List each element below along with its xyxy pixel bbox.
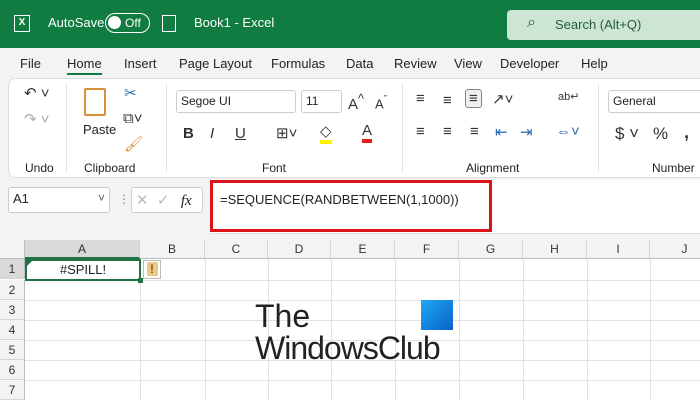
row-header[interactable]: 5 <box>0 340 25 360</box>
cancel-icon[interactable]: ✕ <box>136 192 149 209</box>
enter-icon[interactable]: ✓ <box>157 192 170 209</box>
undo-icon[interactable]: ↶ ˅ <box>24 84 50 102</box>
column-header[interactable]: E <box>331 240 395 259</box>
select-all-button[interactable] <box>0 240 25 259</box>
group-label-clipboard: Clipboard <box>84 161 136 175</box>
tab-review[interactable]: Review <box>394 56 437 71</box>
font-name-select[interactable]: Segoe UI <box>176 90 296 113</box>
highlight-box <box>210 180 492 232</box>
group-label-font: Font <box>262 161 287 175</box>
tab-formulas[interactable]: Formulas <box>271 56 325 71</box>
row-header[interactable]: 3 <box>0 300 25 320</box>
bold-button[interactable]: B <box>183 125 194 142</box>
group-label-undo: Undo <box>25 161 54 175</box>
merge-center-icon[interactable]: ⇔˅ <box>556 123 580 140</box>
align-left-icon[interactable]: ≡ <box>416 123 425 140</box>
decrease-indent-icon[interactable]: ⇤ <box>495 123 508 141</box>
save-icon[interactable] <box>162 15 176 32</box>
number-format-select[interactable]: General <box>608 90 700 113</box>
tab-page-layout[interactable]: Page Layout <box>179 56 252 71</box>
excel-icon: X <box>14 15 30 32</box>
watermark-logo: The WindowsClub <box>253 298 458 366</box>
tab-data[interactable]: Data <box>346 56 373 71</box>
name-box[interactable]: A1 ˅ <box>8 187 110 213</box>
title-bar: X AutoSave Off Book1 - Excel ⌕ Search (A… <box>0 0 700 48</box>
orientation-icon[interactable]: ↗˅ <box>492 90 513 108</box>
row-header[interactable]: 7 <box>0 380 25 400</box>
row-header[interactable]: 4 <box>0 320 25 340</box>
align-right-icon[interactable]: ≡ <box>470 123 479 140</box>
align-top-icon[interactable]: ≡ <box>416 90 425 107</box>
redo-icon[interactable]: ↷ ˅ <box>24 110 50 128</box>
copy-icon[interactable]: ⧉˅ <box>123 110 142 127</box>
underline-button[interactable]: U <box>235 125 246 142</box>
formula-buttons: ✕ ✓ fx <box>131 187 203 213</box>
italic-button[interactable]: I <box>210 125 214 142</box>
column-header[interactable]: I <box>587 240 650 259</box>
font-size-select[interactable]: 11 <box>301 90 342 113</box>
column-header[interactable]: J <box>650 240 700 259</box>
autosave-label: AutoSave <box>48 15 105 30</box>
group-label-number: Number <box>652 161 695 175</box>
column-header[interactable]: F <box>395 240 459 259</box>
row-header[interactable]: 6 <box>0 360 25 380</box>
font-color-icon[interactable]: A <box>362 122 373 143</box>
tab-view[interactable]: View <box>454 56 482 71</box>
cut-icon[interactable]: ✂ <box>124 84 137 102</box>
borders-icon[interactable]: ⊞˅ <box>276 124 297 142</box>
currency-icon[interactable]: $ ˅ <box>615 124 639 144</box>
row-header[interactable]: 2 <box>0 280 25 300</box>
tab-file[interactable]: File <box>20 56 41 71</box>
paste-icon[interactable] <box>84 88 106 116</box>
column-header[interactable]: H <box>523 240 587 259</box>
align-center-icon[interactable]: ≡ <box>443 123 452 140</box>
drag-handle-icon[interactable]: ⋮ <box>118 192 130 206</box>
column-header[interactable]: B <box>140 240 205 259</box>
column-header[interactable]: A <box>25 240 140 259</box>
tab-help[interactable]: Help <box>581 56 608 71</box>
tab-developer[interactable]: Developer <box>500 56 559 71</box>
tab-home[interactable]: Home <box>67 56 102 75</box>
group-label-alignment: Alignment <box>466 161 520 175</box>
increase-font-icon[interactable]: A^ <box>348 92 364 113</box>
error-warning-icon[interactable]: ! <box>143 260 161 279</box>
row-header[interactable]: 1 <box>0 259 25 279</box>
increase-indent-icon[interactable]: ⇥ <box>520 123 533 141</box>
format-painter-icon[interactable]: 🖌 <box>124 135 143 153</box>
column-header[interactable]: D <box>268 240 331 259</box>
decrease-font-icon[interactable]: Aˇ <box>375 94 387 111</box>
comma-style-icon[interactable]: , <box>684 122 689 143</box>
window-title: Book1 - Excel <box>194 15 275 30</box>
windows-logo-icon <box>421 300 453 330</box>
tab-insert[interactable]: Insert <box>124 56 157 71</box>
paste-button[interactable]: Paste <box>83 122 116 137</box>
column-header[interactable]: G <box>459 240 523 259</box>
error-indicator-icon <box>27 261 32 266</box>
align-middle-icon[interactable]: ≡ <box>443 92 452 109</box>
autosave-toggle[interactable]: Off <box>105 13 150 33</box>
percent-icon[interactable]: % <box>653 124 668 144</box>
column-header[interactable]: C <box>205 240 268 259</box>
search-icon: ⌕ <box>527 14 536 31</box>
insert-function-icon[interactable]: fx <box>181 193 192 209</box>
cell-a1[interactable]: #SPILL! <box>25 259 141 281</box>
align-bottom-icon[interactable]: ≡ <box>465 89 482 108</box>
fill-color-icon[interactable]: ◇ <box>320 122 332 144</box>
wrap-text-icon[interactable]: ab↵ <box>558 90 579 103</box>
search-box[interactable]: ⌕ Search (Alt+Q) <box>507 10 700 40</box>
